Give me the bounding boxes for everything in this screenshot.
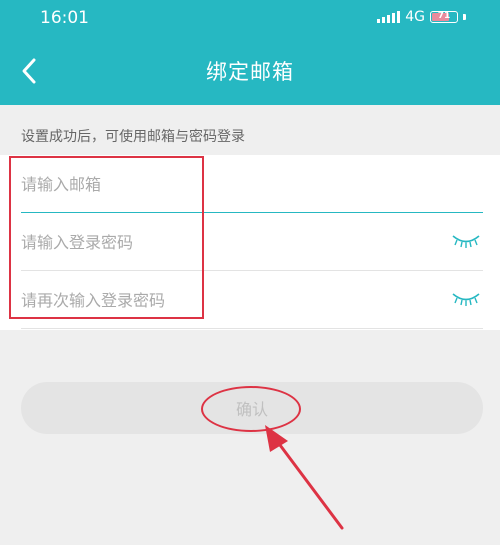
password-input[interactable] — [21, 213, 421, 271]
eye-closed-icon[interactable] — [451, 291, 481, 307]
page-title: 绑定邮箱 — [206, 60, 294, 84]
password-field-row — [21, 213, 483, 271]
status-bar: 16:01 4G 71 — [0, 0, 500, 36]
battery-icon: 71 — [430, 11, 458, 23]
signal-icon — [377, 11, 401, 23]
status-time: 16:01 — [40, 8, 89, 28]
confirm-button[interactable]: 确认 — [21, 382, 483, 434]
confirm-password-field-row — [21, 271, 483, 329]
header-bar: 16:01 4G 71 绑定邮箱 — [0, 0, 500, 105]
status-indicators: 4G 71 — [377, 9, 466, 25]
email-input[interactable] — [21, 155, 421, 213]
confirm-password-underline — [21, 328, 483, 329]
email-field-row — [21, 155, 483, 213]
eye-closed-icon[interactable] — [451, 233, 481, 249]
hint-text: 设置成功后，可使用邮箱与密码登录 — [21, 129, 245, 145]
network-type: 4G — [405, 9, 425, 25]
battery-level: 71 — [437, 11, 451, 21]
confirm-password-input[interactable] — [21, 271, 421, 329]
form-card — [0, 155, 500, 330]
battery-tip — [463, 14, 466, 20]
